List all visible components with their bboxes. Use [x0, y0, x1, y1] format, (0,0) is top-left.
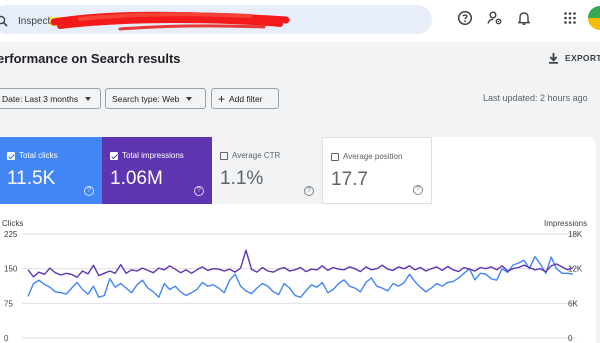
right-tick-label: 6K	[568, 299, 578, 308]
plus-icon: +	[218, 91, 226, 106]
series-line-impressions	[27, 249, 574, 278]
metric-value: 1.06M	[110, 168, 163, 189]
performance-chart: 225 18K150 12K75 6K0 0	[4, 230, 583, 343]
checkbox-icon[interactable]	[220, 151, 228, 160]
export-button[interactable]: EXPORT	[548, 50, 600, 66]
checkbox-icon[interactable]	[331, 152, 339, 161]
avatar[interactable]	[588, 6, 600, 30]
metric-average-position[interactable]: Average position 17.7 ?	[322, 137, 432, 204]
chevron-down-icon	[186, 96, 193, 101]
account-settings-icon[interactable]	[487, 10, 503, 26]
metric-total-impressions[interactable]: Total impressions 1.06M ?	[102, 137, 212, 204]
metric-value: 1.1%	[220, 168, 264, 189]
metric-value: 17.7	[331, 169, 368, 190]
checkbox-icon[interactable]	[110, 151, 118, 160]
metric-label-row: Total clicks	[7, 151, 58, 160]
search-type-filter-chip[interactable]: Search type: Web	[105, 88, 206, 109]
add-filter-label: Add filter	[229, 93, 263, 104]
bell-icon[interactable]	[516, 10, 532, 26]
series-line-clicks	[27, 255, 574, 299]
metric-label: Total impressions	[122, 151, 184, 160]
help-icon[interactable]: ?	[304, 186, 314, 196]
metric-label: Total clicks	[19, 151, 58, 160]
metric-average-ctr[interactable]: Average CTR 1.1% ?	[212, 137, 322, 204]
metric-total-clicks[interactable]: Total clicks 11.5K ?	[0, 137, 102, 204]
last-updated-text: Last updated: 2 hours ago	[483, 93, 588, 103]
search-icon[interactable]	[0, 15, 8, 27]
left-axis-title: Clicks	[2, 219, 24, 228]
page-title: erformance on Search results	[0, 51, 181, 66]
metric-label: Average position	[343, 152, 403, 161]
download-icon	[549, 53, 558, 64]
left-tick-label: 75	[4, 299, 13, 308]
right-tick-label: 18K	[568, 230, 583, 239]
search-type-filter-label: Search type: Web	[112, 93, 180, 104]
left-tick-label: 225	[4, 230, 18, 239]
help-icon[interactable]: ?	[413, 185, 423, 195]
help-icon[interactable]	[457, 10, 473, 26]
checkbox-icon[interactable]	[7, 151, 15, 160]
export-label: EXPORT	[565, 53, 600, 63]
apps-grid-icon[interactable]	[562, 10, 578, 26]
metric-label: Average CTR	[232, 151, 281, 160]
inspect-url-search-bar[interactable]: Inspect any URL in	[0, 5, 432, 34]
metric-label-row: Average CTR	[220, 151, 280, 160]
date-filter-chip[interactable]: Date: Last 3 months	[0, 88, 101, 109]
metric-value: 11.5K	[7, 168, 56, 189]
help-icon[interactable]: ?	[194, 186, 204, 196]
date-filter-label: Date: Last 3 months	[2, 93, 79, 104]
chevron-down-icon	[85, 96, 92, 101]
help-icon[interactable]: ?	[84, 186, 94, 196]
metric-label-row: Total impressions	[110, 151, 184, 160]
right-tick-label: 0	[568, 334, 573, 343]
left-tick-label: 0	[4, 334, 9, 343]
top-bar: Inspect any URL in	[0, 0, 600, 42]
add-filter-button[interactable]: + Add filter	[211, 88, 279, 109]
left-tick-label: 150	[4, 265, 18, 274]
metric-label-row: Average position	[331, 152, 402, 161]
right-axis-title: Impressions	[544, 219, 588, 228]
redaction-scribble	[50, 11, 290, 31]
